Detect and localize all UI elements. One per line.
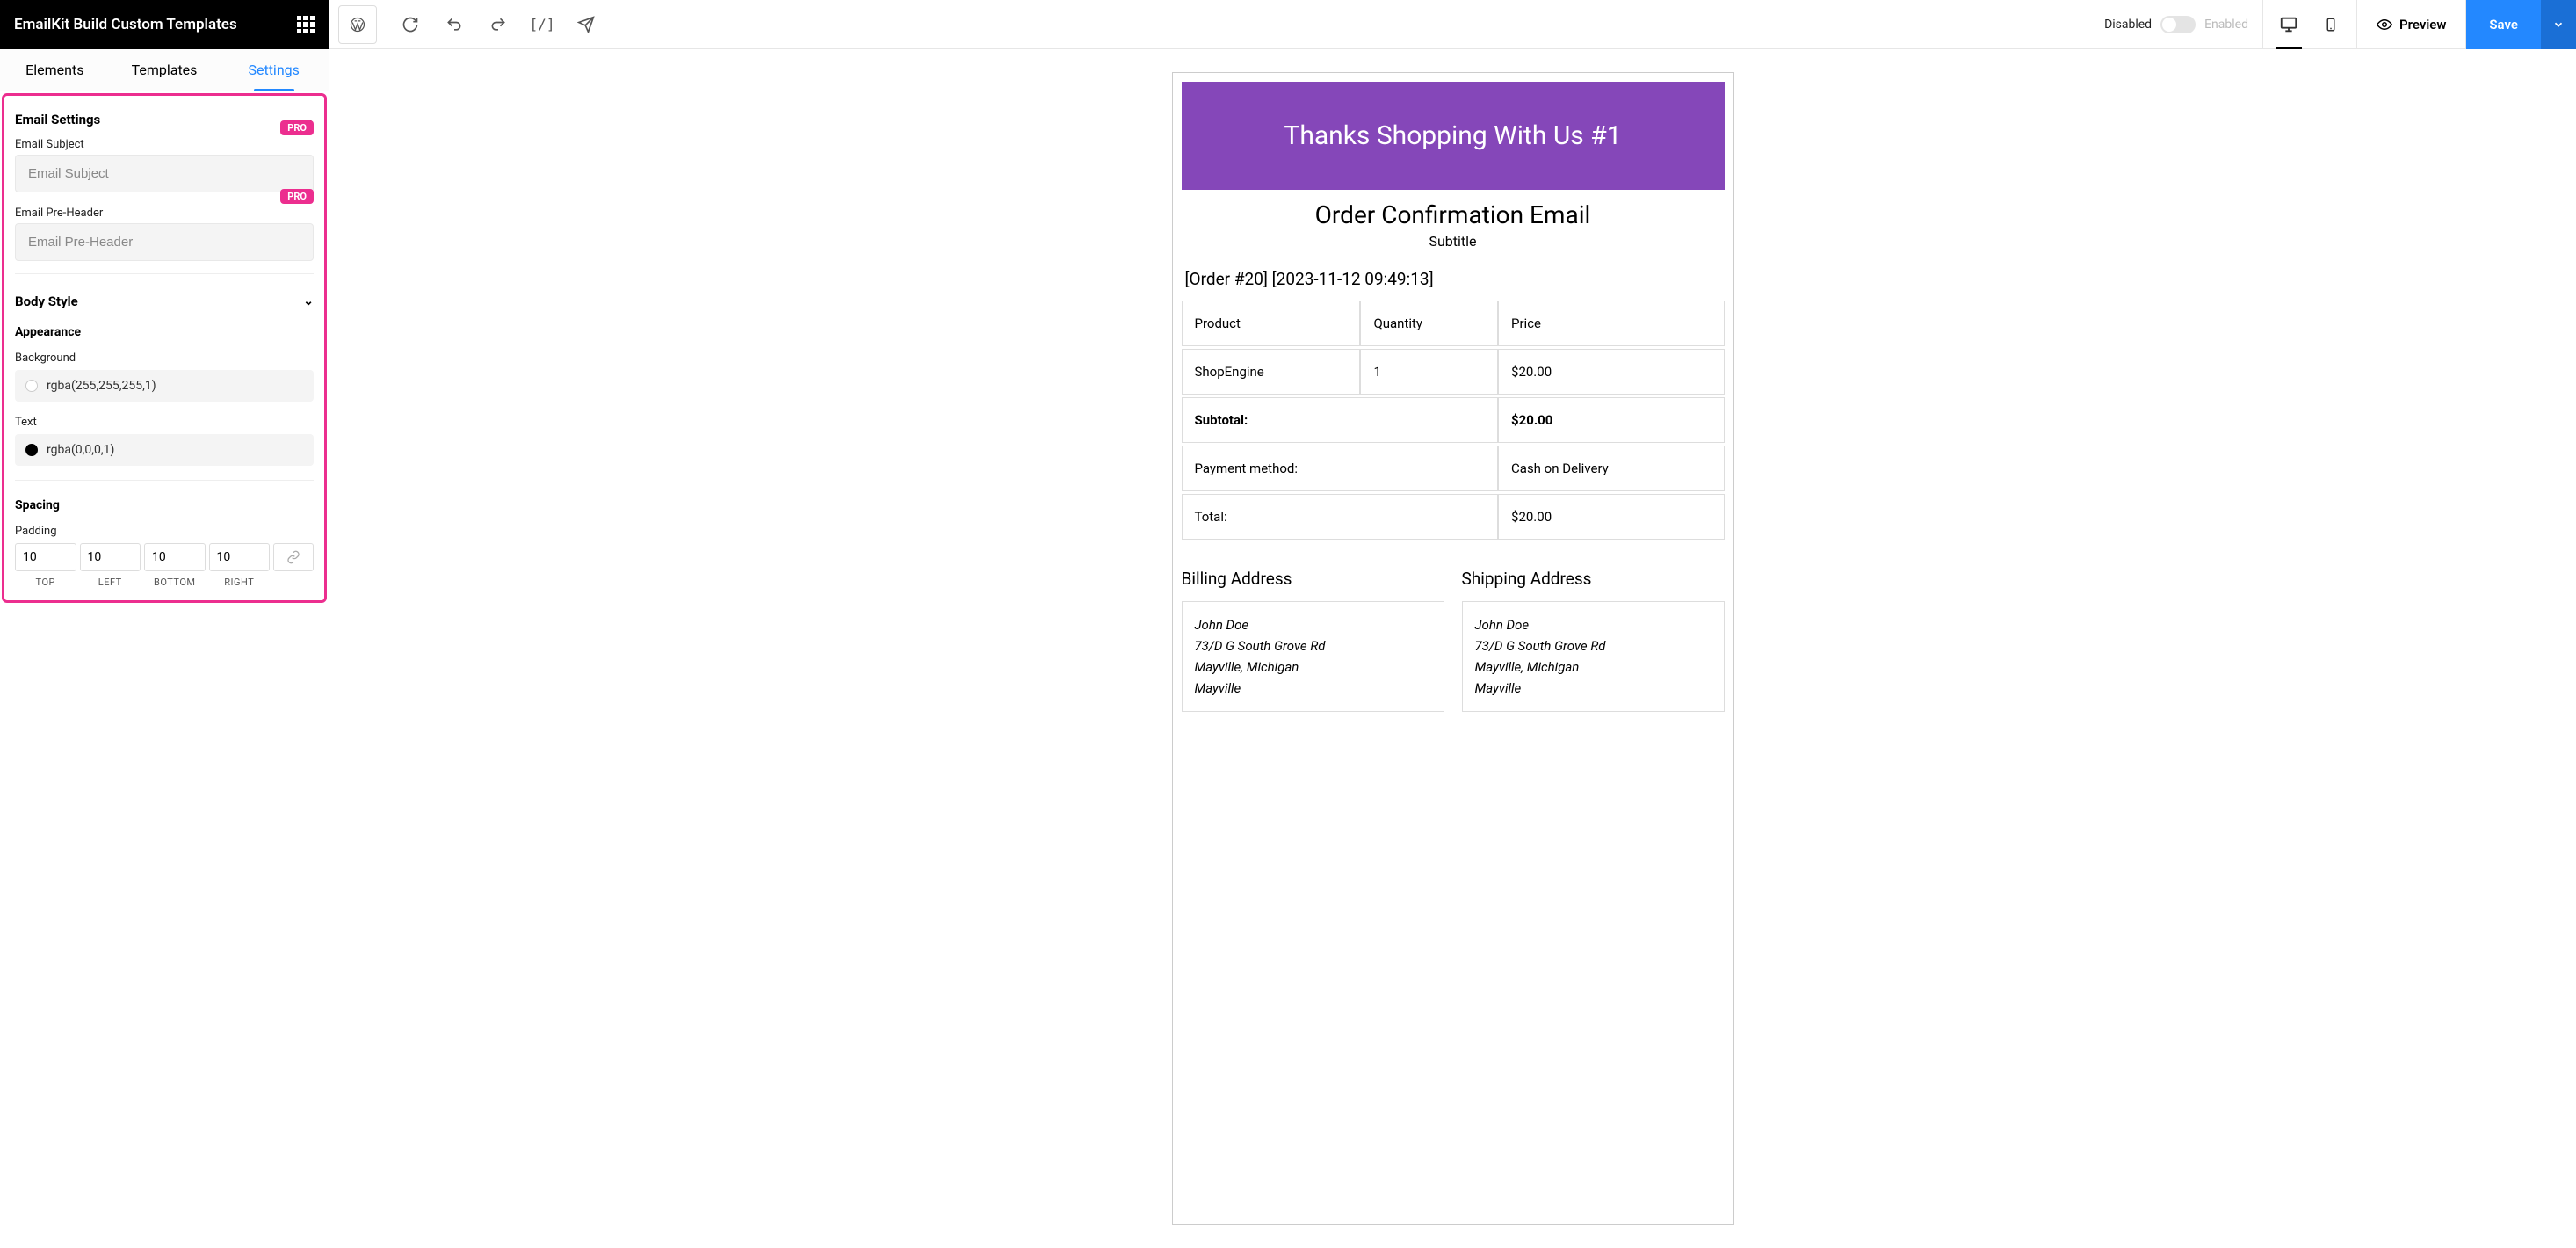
td-subtotal-value: $20.00 — [1498, 397, 1724, 443]
email-preview: Thanks Shopping With Us #1 Order Confirm… — [1172, 72, 1734, 1225]
shipping-address: John Doe 73/D G South Grove Rd Mayville,… — [1462, 601, 1725, 712]
send-icon[interactable] — [567, 5, 605, 44]
email-banner: Thanks Shopping With Us #1 — [1182, 82, 1725, 190]
pad-label-right: RIGHT — [209, 577, 271, 588]
toolbar: [/] Disabled Enabled Preview Save — [329, 0, 2576, 49]
email-preheader-input[interactable] — [15, 223, 314, 261]
eye-icon — [2377, 17, 2392, 33]
chevron-down-icon — [2552, 18, 2565, 31]
label-padding: Padding — [15, 525, 314, 543]
email-subtitle: Subtitle — [1182, 233, 1725, 250]
device-switcher — [2262, 0, 2357, 49]
tab-elements[interactable]: Elements — [0, 49, 110, 91]
order-line: [Order #20] [2023-11-12 09:49:13] — [1182, 269, 1725, 289]
refresh-icon[interactable] — [391, 5, 430, 44]
th-quantity: Quantity — [1360, 301, 1498, 346]
main-area: [/] Disabled Enabled Preview Save — [329, 0, 2576, 1248]
sidebar-header: EmailKit Build Custom Templates — [0, 0, 329, 49]
email-title: Order Confirmation Email — [1182, 200, 1725, 229]
app-title: EmailKit Build Custom Templates — [14, 16, 237, 33]
desktop-icon[interactable] — [2276, 5, 2302, 44]
preview-label: Preview — [2399, 17, 2446, 33]
td-payment-value: Cash on Delivery — [1498, 446, 1724, 491]
padding-top-input[interactable]: 10 — [15, 543, 76, 571]
th-price: Price — [1498, 301, 1724, 346]
td-product: ShopEngine — [1182, 349, 1361, 395]
td-price: $20.00 — [1498, 349, 1724, 395]
save-button[interactable]: Save — [2466, 0, 2541, 49]
preview-button[interactable]: Preview — [2357, 0, 2466, 49]
settings-highlight: Email Settings ⌄ Email Subject PRO Email… — [2, 93, 327, 603]
apps-grid-icon[interactable] — [297, 16, 315, 33]
shortcode-icon[interactable]: [/] — [523, 5, 561, 44]
td-total-value: $20.00 — [1498, 494, 1724, 540]
label-email-preheader: Email Pre-Header — [15, 205, 314, 223]
mobile-icon[interactable] — [2318, 5, 2344, 44]
section-title: Body Style — [15, 294, 78, 309]
td-payment-label: Payment method: — [1182, 446, 1499, 491]
save-dropdown[interactable] — [2541, 0, 2576, 49]
padding-left-input[interactable]: 10 — [80, 543, 141, 571]
chevron-down-icon: ⌄ — [303, 294, 314, 308]
label-text: Text — [15, 416, 314, 434]
section-body-style[interactable]: Body Style ⌄ — [15, 285, 314, 318]
pad-label-top: TOP — [15, 577, 76, 588]
undo-icon[interactable] — [435, 5, 474, 44]
pad-label-bottom: BOTTOM — [144, 577, 206, 588]
tab-templates[interactable]: Templates — [110, 49, 220, 91]
order-table: Product Quantity Price ShopEngine 1 $20.… — [1182, 298, 1725, 542]
pro-badge: PRO — [280, 189, 314, 204]
color-value: rgba(255,255,255,1) — [47, 379, 156, 393]
color-value: rgba(0,0,0,1) — [47, 443, 114, 457]
swatch-icon — [25, 380, 38, 392]
spacing-heading: Spacing — [15, 491, 314, 525]
shipping-title: Shipping Address — [1462, 569, 1725, 589]
link-values-icon[interactable] — [273, 543, 314, 571]
enable-toggle-group: Disabled Enabled — [2090, 0, 2262, 49]
padding-right-input[interactable]: 10 — [209, 543, 271, 571]
pad-label-left: LEFT — [80, 577, 141, 588]
label-background: Background — [15, 352, 314, 370]
text-color-picker[interactable]: rgba(0,0,0,1) — [15, 434, 314, 466]
padding-inputs: 10 10 10 10 — [15, 543, 314, 571]
billing-title: Billing Address — [1182, 569, 1444, 589]
td-total-label: Total: — [1182, 494, 1499, 540]
redo-icon[interactable] — [479, 5, 517, 44]
td-subtotal-label: Subtotal: — [1182, 397, 1499, 443]
billing-address: John Doe 73/D G South Grove Rd Mayville,… — [1182, 601, 1444, 712]
sidebar-tabs: Elements Templates Settings — [0, 49, 329, 91]
sidebar: EmailKit Build Custom Templates Elements… — [0, 0, 329, 1248]
wordpress-logo-icon[interactable] — [338, 5, 377, 44]
section-email-settings[interactable]: Email Settings ⌄ — [15, 103, 314, 136]
tab-settings[interactable]: Settings — [219, 49, 329, 91]
th-product: Product — [1182, 301, 1361, 346]
canvas[interactable]: Thanks Shopping With Us #1 Order Confirm… — [329, 49, 2576, 1248]
enable-toggle[interactable] — [2160, 16, 2196, 33]
swatch-icon — [25, 444, 38, 456]
toggle-label-disabled: Disabled — [2104, 18, 2152, 32]
toggle-label-enabled: Enabled — [2204, 18, 2248, 32]
td-qty: 1 — [1360, 349, 1498, 395]
padding-bottom-input[interactable]: 10 — [144, 543, 206, 571]
appearance-heading: Appearance — [15, 318, 314, 352]
pro-badge: PRO — [280, 120, 314, 135]
email-subject-input[interactable] — [15, 155, 314, 192]
label-email-subject: Email Subject — [15, 136, 314, 155]
section-title: Email Settings — [15, 112, 100, 127]
background-color-picker[interactable]: rgba(255,255,255,1) — [15, 370, 314, 402]
